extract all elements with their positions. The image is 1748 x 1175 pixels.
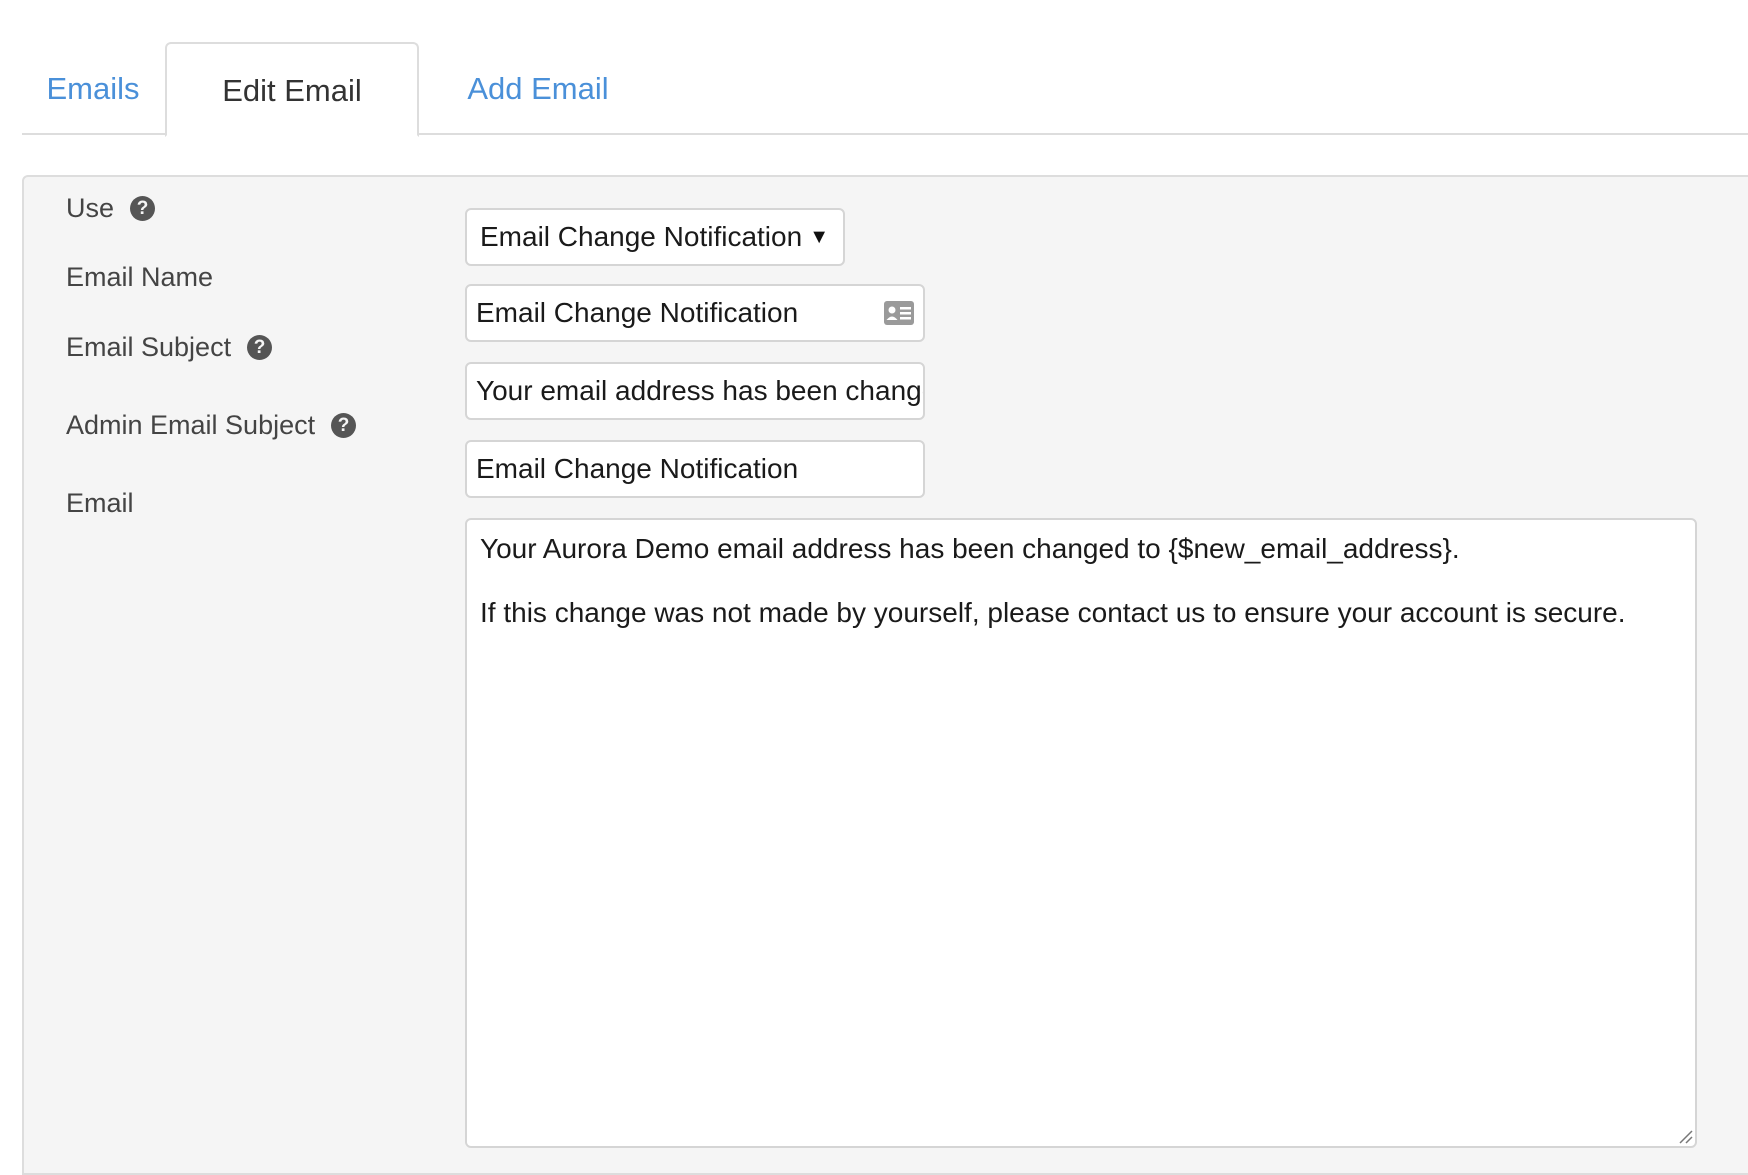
question-circle-icon[interactable]: ?: [247, 334, 273, 360]
use-label-row: Use ?: [66, 191, 156, 225]
tab-bar: Emails Edit Email Add Email: [22, 0, 1748, 137]
edit-email-form: Use ? Email Change Notification ▼ Email …: [22, 175, 1748, 1175]
tab-emails[interactable]: Emails: [22, 42, 164, 135]
admin-email-subject-label: Admin Email Subject: [66, 409, 316, 440]
email-name-label-row: Email Name: [66, 260, 213, 294]
question-circle-icon[interactable]: ?: [331, 412, 357, 438]
email-name-input[interactable]: Email Change Notification: [465, 284, 925, 342]
id-card-icon: [884, 301, 914, 325]
admin-email-subject-label-row: Admin Email Subject ?: [66, 408, 357, 442]
email-subject-input[interactable]: Your email address has been changed: [465, 362, 925, 420]
email-subject-label: Email Subject: [66, 331, 232, 362]
resize-handle-icon[interactable]: [1677, 1128, 1693, 1144]
email-name-label: Email Name: [66, 261, 214, 292]
email-subject-label-row: Email Subject ?: [66, 330, 273, 364]
use-select-value: Email Change Notification: [480, 221, 803, 252]
admin-email-subject-input[interactable]: Email Change Notification: [465, 440, 925, 498]
tab-add-email[interactable]: Add Email: [420, 42, 656, 135]
question-circle-icon[interactable]: ?: [130, 195, 156, 221]
email-subject-value: Your email address has been changed: [476, 375, 925, 406]
email-body-label-row: Email: [66, 486, 134, 520]
email-body-label: Email: [66, 487, 134, 518]
caret-down-icon: ▼: [809, 226, 829, 248]
use-label: Use: [66, 192, 115, 223]
email-name-value: Email Change Notification: [476, 297, 799, 328]
email-body-paragraph: Your Aurora Demo email address has been …: [480, 533, 1460, 564]
email-body-paragraph: If this change was not made by yourself,…: [480, 597, 1626, 628]
tab-edit-email[interactable]: Edit Email: [165, 42, 419, 137]
email-body-textarea[interactable]: Your Aurora Demo email address has been …: [465, 518, 1697, 1148]
use-select[interactable]: Email Change Notification ▼: [465, 208, 845, 266]
admin-email-subject-value: Email Change Notification: [476, 453, 799, 484]
